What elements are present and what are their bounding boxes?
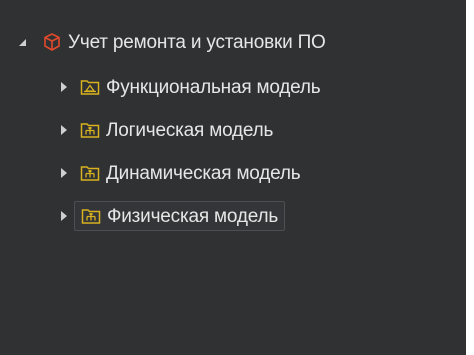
tree-node-root[interactable]: Учет ремонта и установки ПО [14, 27, 326, 57]
tree-node-functional-model[interactable]: Функциональная модель [56, 72, 321, 102]
dynamic-model-folder-icon [80, 163, 100, 183]
expand-arrow-icon[interactable] [56, 165, 72, 181]
collapse-arrow-icon[interactable] [14, 34, 30, 50]
tree-node-label: Функциональная модель [106, 76, 321, 98]
tree-node-logical-model[interactable]: Логическая модель [56, 115, 273, 145]
functional-model-folder-icon [80, 77, 100, 97]
tree-node-label: Логическая модель [106, 119, 274, 141]
tree-node-dynamic-model[interactable]: Динамическая модель [56, 158, 301, 188]
tree-node-physical-model[interactable]: Физическая модель [56, 201, 286, 231]
expand-arrow-icon[interactable] [56, 79, 72, 95]
tree-node-label: Динамическая модель [106, 162, 301, 184]
expand-arrow-icon[interactable] [56, 208, 72, 224]
model-tree-panel: Учет ремонта и установки ПО Функциональн… [0, 0, 466, 355]
expand-arrow-icon[interactable] [56, 122, 72, 138]
tree-node-label: Физическая модель [107, 205, 279, 227]
package-icon [42, 32, 62, 52]
logical-model-folder-icon [80, 120, 100, 140]
tree-node-label: Учет ремонта и установки ПО [68, 31, 326, 53]
physical-model-folder-icon [81, 206, 101, 226]
selection-highlight[interactable]: Физическая модель [74, 201, 286, 231]
